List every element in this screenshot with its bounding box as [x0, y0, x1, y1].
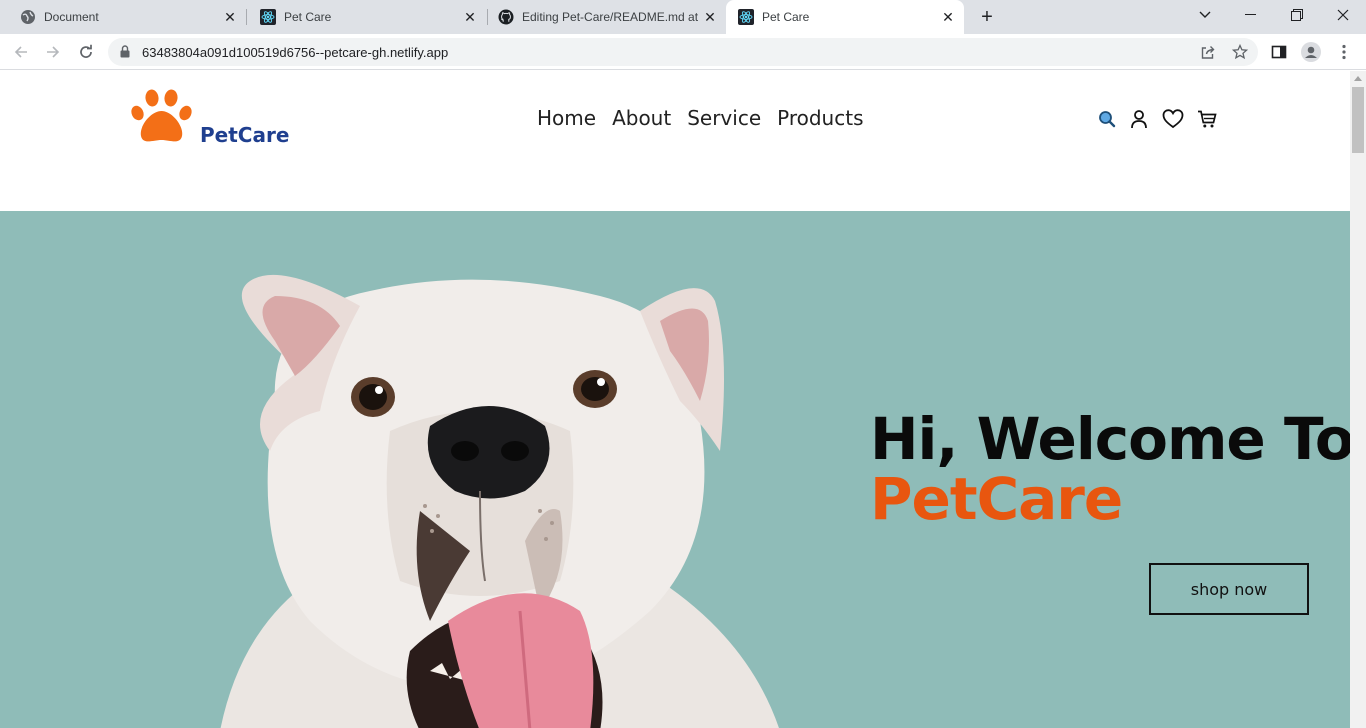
close-icon[interactable]: ✕: [222, 9, 238, 25]
shop-now-button[interactable]: shop now: [1149, 563, 1309, 615]
close-icon[interactable]: ✕: [462, 9, 478, 25]
site-header: PetCare Home About Service Products: [0, 71, 1350, 211]
minimize-icon[interactable]: [1228, 0, 1274, 30]
page-viewport: PetCare Home About Service Products Hi, …: [0, 71, 1350, 728]
forward-arrow-icon[interactable]: [40, 39, 66, 65]
address-bar[interactable]: 63483804a091d100519d6756--petcare-gh.net…: [108, 38, 1258, 66]
github-icon: [498, 9, 514, 25]
tab-title: Pet Care: [284, 10, 332, 24]
bookmark-star-icon[interactable]: [1232, 44, 1248, 60]
nav-home[interactable]: Home: [537, 106, 596, 130]
close-icon[interactable]: ✕: [940, 9, 956, 25]
side-panel-icon[interactable]: [1269, 42, 1289, 62]
search-icon[interactable]: [1096, 108, 1118, 130]
cart-icon[interactable]: [1196, 108, 1218, 130]
brand-name[interactable]: PetCare: [200, 123, 289, 147]
new-tab-button[interactable]: +: [976, 7, 998, 27]
tab-document[interactable]: Document ✕: [0, 0, 246, 34]
heart-icon[interactable]: [1162, 108, 1184, 130]
nav-service[interactable]: Service: [687, 106, 761, 130]
tab-title: Document: [44, 10, 99, 24]
browser-tab-strip: Document ✕ Pet Care ✕ Editing Pet-Care/R…: [0, 0, 1366, 34]
lock-icon[interactable]: [120, 45, 130, 63]
globe-icon: [20, 9, 36, 25]
reload-icon[interactable]: [73, 39, 99, 65]
scroll-up-arrow-icon[interactable]: [1354, 76, 1362, 81]
main-nav: Home About Service Products: [537, 106, 863, 130]
tab-pet-care-active[interactable]: Pet Care ✕: [726, 0, 964, 34]
close-window-icon[interactable]: [1320, 0, 1366, 30]
tab-github-editing[interactable]: Editing Pet-Care/README.md at ✕: [478, 0, 726, 34]
hero-section: Hi, Welcome To PetCare shop now: [0, 211, 1350, 728]
hero-heading: Hi, Welcome To: [870, 405, 1350, 473]
kebab-menu-icon[interactable]: [1334, 42, 1354, 62]
scrollbar-thumb[interactable]: [1352, 87, 1364, 153]
react-icon: [260, 9, 276, 25]
restore-icon[interactable]: [1274, 0, 1320, 30]
back-arrow-icon[interactable]: [8, 39, 34, 65]
tab-search-icon[interactable]: [1182, 0, 1228, 30]
bulldog-image: [180, 251, 800, 728]
hero-brand-name: PetCare: [870, 465, 1123, 533]
page-scrollbar[interactable]: [1350, 71, 1366, 728]
react-icon: [738, 9, 754, 25]
profile-avatar-icon[interactable]: [1301, 42, 1321, 62]
share-icon[interactable]: [1200, 44, 1216, 60]
paw-logo-icon[interactable]: [130, 89, 194, 150]
browser-toolbar: 63483804a091d100519d6756--petcare-gh.net…: [0, 34, 1366, 70]
url-text: 63483804a091d100519d6756--petcare-gh.net…: [142, 45, 449, 60]
tab-title: Pet Care: [762, 10, 810, 24]
close-icon[interactable]: ✕: [702, 9, 718, 25]
tab-title: Editing Pet-Care/README.md at: [522, 10, 699, 24]
user-icon[interactable]: [1128, 108, 1150, 130]
nav-products[interactable]: Products: [777, 106, 863, 130]
nav-about[interactable]: About: [612, 106, 671, 130]
tab-pet-care[interactable]: Pet Care ✕: [240, 0, 486, 34]
